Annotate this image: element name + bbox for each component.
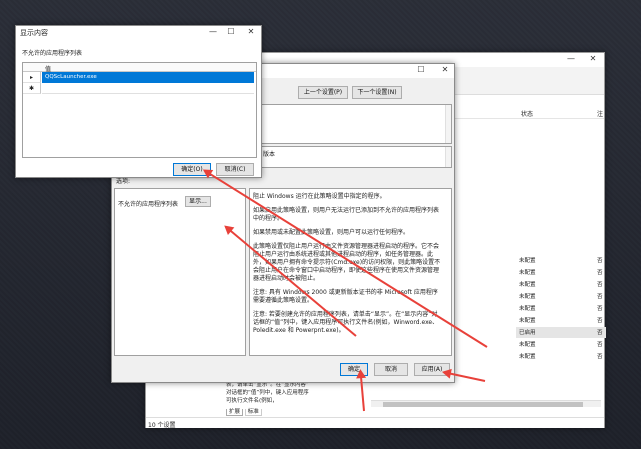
list-item[interactable]: 未配置: [519, 268, 536, 276]
status-column-header[interactable]: 状态: [521, 109, 533, 118]
help-paragraph: 此策略设置仅阻止用户运行由文件资源管理器进程启动的程序。它不会阻止用户运行由系统…: [253, 243, 441, 282]
row-pointer-icon: ▸: [23, 72, 41, 83]
comment-box[interactable]: [260, 104, 452, 144]
version-fragment: 版本: [263, 151, 276, 158]
list-item[interactable]: 未配置: [519, 340, 536, 348]
options-panel: 不允许的应用程序列表 显示...: [114, 188, 246, 356]
help-paragraph: 如果禁用或未配置此策略设置，则用户可以运行任何程序。: [253, 229, 410, 236]
show-list-label: 不允许的应用程序列表: [22, 50, 83, 57]
show-contents-dialog: 显示内容 — ☐ ✕ 不允许的应用程序列表 值 ▸ QQScLauncher.e…: [15, 25, 262, 178]
supported-on-box: 版本: [260, 146, 452, 168]
value-cell-selected[interactable]: QQScLauncher.exe: [42, 72, 254, 83]
list-item[interactable]: 未配置: [519, 304, 536, 312]
list-item: 否: [597, 354, 603, 360]
comment-column-header[interactable]: 注: [597, 109, 603, 118]
show-cancel-button[interactable]: 取消(C): [216, 163, 254, 176]
help-line: 可执行文件名(例如，: [226, 398, 278, 404]
maximize-icon[interactable]: ☐: [224, 26, 238, 38]
view-tabs: 扩展 标准: [226, 407, 262, 417]
list-item: 否: [597, 258, 603, 264]
show-contents-title: 显示内容: [20, 29, 48, 37]
next-setting-button[interactable]: 下一个设置(N): [352, 86, 402, 99]
scroll-thumb[interactable]: [383, 402, 583, 407]
list-item: 否: [597, 306, 603, 312]
list-item[interactable]: 未配置: [519, 280, 536, 288]
list-item[interactable]: 未配置: [519, 352, 536, 360]
value-cell[interactable]: [42, 83, 254, 94]
status-list: 未配置 未配置 未配置 未配置 未配置 未配置 已启用 未配置 未配置: [516, 256, 606, 366]
previous-setting-button[interactable]: 上一个设置(P): [298, 86, 348, 99]
list-item: 否: [597, 294, 603, 300]
list-item: 否: [597, 318, 603, 324]
comment-scrollbar[interactable]: [445, 105, 451, 143]
policy-cancel-button[interactable]: 取消: [374, 363, 408, 376]
list-item[interactable]: 未配置: [519, 316, 536, 324]
list-item[interactable]: 未配置: [519, 256, 536, 264]
tab-standard[interactable]: 标准: [244, 409, 262, 416]
table-row[interactable]: ▸ QQScLauncher.exe: [23, 72, 256, 83]
list-item[interactable]: 已启用: [519, 328, 536, 336]
partial-help-text: 表，请单击“显示”。在“显示内容” 对话框的“值”列中，键入应用程序 可执行文件…: [226, 381, 366, 405]
close-icon[interactable]: ✕: [586, 53, 600, 65]
list-item: 否: [597, 342, 603, 348]
list-item: 否: [597, 282, 603, 288]
show-button[interactable]: 显示...: [185, 196, 211, 207]
help-paragraph: 如果启用此策略设置，则用户无法运行已添加到不允许的应用程序列表中的程序。: [253, 207, 440, 222]
disallowed-list-label: 不允许的应用程序列表: [118, 201, 179, 208]
help-line: 对话框的“值”列中，键入应用程序: [226, 390, 309, 396]
supported-scrollbar[interactable]: [445, 147, 451, 167]
minimize-icon[interactable]: —: [564, 53, 578, 65]
grid-header: 值: [23, 63, 256, 73]
status-bar: 10 个设置: [146, 417, 604, 429]
list-item: 否: [597, 270, 603, 276]
table-row[interactable]: ✱: [23, 83, 256, 94]
maximize-icon[interactable]: ☐: [414, 64, 428, 76]
comment-list: 否 否 否 否 否 否 否 否 否: [596, 256, 606, 366]
minimize-icon[interactable]: —: [206, 26, 220, 38]
horizontal-scrollbar[interactable]: [371, 400, 601, 407]
list-item[interactable]: 未配置: [519, 292, 536, 300]
close-icon[interactable]: ✕: [438, 64, 452, 76]
new-row-icon: ✱: [23, 83, 41, 94]
close-icon[interactable]: ✕: [244, 26, 258, 38]
values-grid: 值 ▸ QQScLauncher.exe ✱: [22, 62, 257, 158]
list-item: 否: [597, 330, 603, 336]
item-count: 10 个设置: [148, 422, 176, 429]
value-text: QQScLauncher.exe: [45, 74, 97, 80]
help-paragraph: 阻止 Windows 运行在此策略设置中指定的程序。: [253, 193, 386, 200]
tab-extended[interactable]: 扩展: [226, 409, 244, 416]
